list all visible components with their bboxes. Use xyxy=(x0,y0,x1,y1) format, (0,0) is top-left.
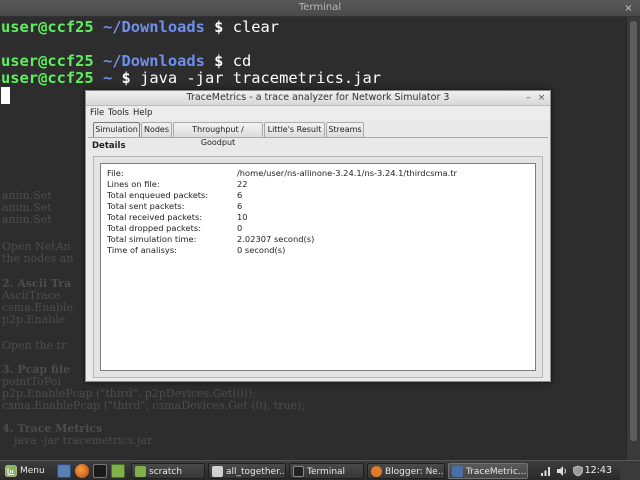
prompt-user: user@ccf25 xyxy=(1,69,94,87)
mint-logo-icon xyxy=(5,465,17,477)
detail-value-dropped: 0 xyxy=(237,223,243,233)
prompt-path: ~/Downloads xyxy=(102,18,205,36)
detail-value-received: 10 xyxy=(237,212,248,222)
terminal-close-icon[interactable]: × xyxy=(622,2,635,15)
prompt-user: user@ccf25 xyxy=(1,52,94,70)
task-scratch[interactable]: scratch xyxy=(131,463,205,479)
details-text-area[interactable]: File: /home/user/ns-allinone-3.24.1/ns-3… xyxy=(100,163,536,371)
task-label: scratch xyxy=(149,467,183,477)
detail-label-lines: Lines on file: xyxy=(107,179,160,189)
prompt-command: java -jar tracemetrics.jar xyxy=(140,69,381,87)
minimize-icon[interactable]: – xyxy=(523,92,534,104)
tracemetrics-window[interactable]: TraceMetrics - a trace analyzer for Netw… xyxy=(85,90,551,382)
folder-icon xyxy=(135,466,146,477)
prompt-path: ~/Downloads xyxy=(102,52,205,70)
terminal-icon[interactable] xyxy=(93,464,107,478)
detail-value-sent: 6 xyxy=(237,201,243,211)
task-all-together[interactable]: all_together... xyxy=(208,463,286,479)
prompt-symbol: $ xyxy=(214,18,224,36)
tracemetrics-titlebar[interactable]: TraceMetrics - a trace analyzer for Netw… xyxy=(86,91,550,106)
document-icon xyxy=(212,466,223,477)
network-icon[interactable] xyxy=(540,465,552,477)
details-group: File: /home/user/ns-allinone-3.24.1/ns-3… xyxy=(93,156,543,378)
menu-bar: File Tools Help xyxy=(86,106,550,120)
prompt-symbol: $ xyxy=(214,52,224,70)
tab-throughput-goodput[interactable]: Throughput / Goodput xyxy=(173,122,263,147)
details-heading: Details xyxy=(92,141,126,151)
background-doc-line: anim.Set xyxy=(2,213,52,226)
prompt-symbol: $ xyxy=(121,69,131,87)
tab-littles-result[interactable]: Little's Result xyxy=(264,122,325,137)
shield-icon[interactable] xyxy=(572,465,584,477)
detail-label-dropped: Total dropped packets: xyxy=(107,223,202,233)
terminal-line: user@ccf25 ~/Downloads $ cd xyxy=(1,52,251,70)
java-icon xyxy=(452,466,463,477)
terminal-scrollbar[interactable] xyxy=(626,17,640,460)
tab-simulation[interactable]: Simulation xyxy=(93,122,140,138)
menu-label: Menu xyxy=(20,466,45,476)
detail-label-sim-time: Total simulation time: xyxy=(107,234,197,244)
prompt-path: ~ xyxy=(102,69,113,87)
task-tracemetrics[interactable]: TraceMetric... xyxy=(448,463,528,479)
close-icon[interactable]: × xyxy=(536,92,547,104)
tab-nodes[interactable]: Nodes xyxy=(141,122,172,137)
simulation-tab-panel: Details File: /home/user/ns-allinone-3.2… xyxy=(88,137,548,381)
background-doc-line: Open the tr xyxy=(2,339,67,352)
detail-label-sent: Total sent packets: xyxy=(107,201,185,211)
terminal-scrollbar-thumb[interactable] xyxy=(630,21,637,441)
terminal-line: user@ccf25 ~/Downloads $ clear xyxy=(1,18,279,36)
background-doc-line: java -jar tracemetrics.jar xyxy=(14,434,153,447)
menu-tools[interactable]: Tools xyxy=(108,108,129,118)
prompt-command: clear xyxy=(232,18,280,36)
menu-help[interactable]: Help xyxy=(133,108,152,118)
detail-label-received: Total received packets: xyxy=(107,212,203,222)
terminal-cursor xyxy=(1,87,10,104)
task-label: Blogger: Ne... xyxy=(385,467,445,477)
detail-value-analysis-time: 0 second(s) xyxy=(237,245,286,255)
menu-file[interactable]: File xyxy=(90,108,104,118)
tracemetrics-title: TraceMetrics - a trace analyzer for Netw… xyxy=(186,92,450,103)
detail-value-sim-time: 2.02307 second(s) xyxy=(237,234,315,244)
background-doc-line: csma.EnablePcap ("third", csmaDevices.Ge… xyxy=(2,399,306,412)
detail-value-enqueued: 6 xyxy=(237,190,243,200)
detail-label-enqueued: Total enqueued packets: xyxy=(107,190,209,200)
prompt-user: user@ccf25 xyxy=(1,18,94,36)
background-doc-line: p2p.Enable xyxy=(2,313,66,326)
desktop-icon[interactable] xyxy=(57,464,71,478)
files-icon[interactable] xyxy=(111,464,125,478)
task-label: TraceMetric... xyxy=(466,467,527,477)
terminal-icon xyxy=(293,466,304,477)
scroll-corner xyxy=(620,461,640,480)
prompt-command: cd xyxy=(232,52,252,70)
task-label: Terminal xyxy=(307,467,346,477)
menu-button[interactable]: Menu xyxy=(3,463,51,479)
task-blogger[interactable]: Blogger: Ne... xyxy=(367,463,445,479)
terminal-line: user@ccf25 ~ $ java -jar tracemetrics.ja… xyxy=(1,69,381,87)
clock[interactable]: 12:43 xyxy=(585,463,612,479)
taskbar: Menu scratch all_together... Terminal Bl… xyxy=(0,460,640,480)
terminal-titlebar[interactable]: Terminal × xyxy=(0,0,640,17)
background-doc-line: the nodes an xyxy=(2,252,74,265)
detail-label-file: File: xyxy=(107,168,124,178)
volume-icon[interactable] xyxy=(556,465,568,477)
detail-value-file: /home/user/ns-allinone-3.24.1/ns-3.24.1/… xyxy=(237,168,457,178)
firefox-icon xyxy=(371,466,382,477)
terminal-title: Terminal xyxy=(298,2,342,13)
firefox-icon[interactable] xyxy=(75,464,89,478)
task-label: all_together... xyxy=(226,467,286,477)
detail-value-lines: 22 xyxy=(237,179,248,189)
task-terminal[interactable]: Terminal xyxy=(289,463,364,479)
detail-label-analysis-time: Time of analisys: xyxy=(107,245,177,255)
tab-streams[interactable]: Streams xyxy=(326,122,364,137)
